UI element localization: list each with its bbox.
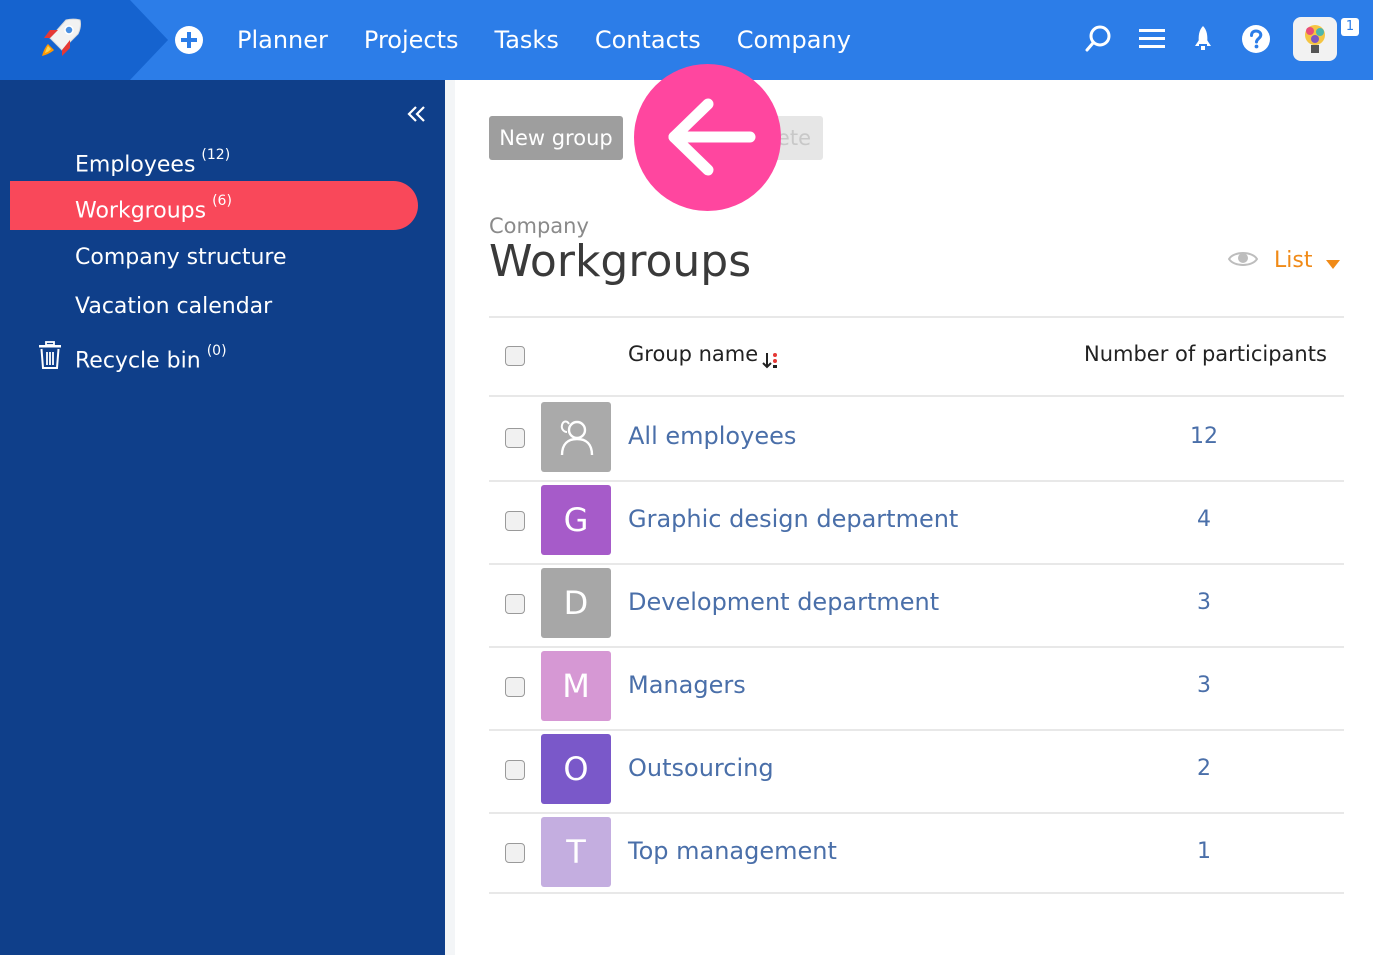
participant-count[interactable]: 12 [1164, 424, 1244, 449]
avatar-image [1305, 25, 1325, 53]
group-link-outsourcing[interactable]: Outsourcing [628, 754, 774, 782]
row-checkbox[interactable] [505, 511, 525, 531]
row-checkbox[interactable] [505, 428, 525, 448]
nav-item-planner[interactable]: Planner [237, 26, 328, 54]
new-group-button[interactable]: New group [489, 116, 623, 160]
group-avatar-all-employees [541, 402, 611, 472]
help-icon[interactable] [1241, 24, 1271, 54]
group-link-development[interactable]: Development department [628, 588, 939, 616]
row-divider [489, 480, 1344, 482]
group-avatar: M [541, 651, 611, 721]
sidebar-item-label: Recycle bin [75, 348, 201, 374]
plus-circle-icon[interactable] [174, 25, 204, 55]
row-checkbox[interactable] [505, 677, 525, 697]
group-avatar: G [541, 485, 611, 555]
sidebar-item-label: Company structure [75, 245, 287, 270]
row-divider [489, 729, 1344, 731]
table-top-border [489, 316, 1344, 318]
group-avatar: D [541, 568, 611, 638]
sidebar-item-employees[interactable]: Employees (12) [10, 135, 418, 184]
group-icon [560, 420, 594, 456]
sidebar-item-company-structure[interactable]: Company structure [10, 233, 418, 282]
sidebar-item-vacation-calendar[interactable]: Vacation calendar [10, 282, 418, 331]
participant-count[interactable]: 4 [1164, 507, 1244, 532]
row-divider [489, 395, 1344, 397]
menu-icon[interactable] [1137, 24, 1167, 54]
nav-item-company[interactable]: Company [737, 26, 851, 54]
nav-item-contacts[interactable]: Contacts [595, 26, 701, 54]
breadcrumb[interactable]: Company [489, 214, 589, 238]
sidebar-item-label: Employees [75, 152, 196, 178]
participant-count[interactable]: 3 [1164, 673, 1244, 698]
group-avatar: O [541, 734, 611, 804]
participant-count[interactable]: 1 [1164, 839, 1244, 864]
nav-item-projects[interactable]: Projects [364, 26, 459, 54]
participant-count[interactable]: 2 [1164, 756, 1244, 781]
row-divider [489, 812, 1344, 814]
user-avatar[interactable] [1293, 17, 1337, 61]
eye-icon[interactable] [1228, 248, 1258, 270]
group-link-all-employees[interactable]: All employees [628, 422, 796, 450]
row-divider [489, 563, 1344, 565]
row-checkbox[interactable] [505, 760, 525, 780]
sidebar-divider [445, 80, 455, 955]
caret-down-icon[interactable] [1326, 260, 1340, 269]
double-chevron-left-icon[interactable] [404, 102, 430, 126]
nav-item-tasks[interactable]: Tasks [495, 26, 559, 54]
notification-badge[interactable]: 1 [1341, 18, 1359, 36]
group-link-top-management[interactable]: Top management [628, 837, 837, 865]
sidebar-item-workgroups[interactable]: Workgroups (6) [10, 181, 418, 230]
arrow-left-icon [668, 98, 756, 176]
sidebar-item-count: (0) [206, 343, 227, 359]
sidebar-item-recycle-bin[interactable]: Recycle bin (0) [10, 331, 418, 380]
rocket-icon[interactable] [1188, 24, 1218, 54]
search-icon[interactable] [1084, 24, 1114, 54]
select-all-checkbox[interactable] [505, 346, 525, 366]
sidebar: Employees (12) Workgroups (6) Company stru… [0, 80, 445, 955]
rocket-logo-icon[interactable] [36, 14, 84, 62]
row-divider [489, 646, 1344, 648]
sidebar-item-count: (12) [201, 147, 231, 163]
group-avatar: T [541, 817, 611, 887]
group-link-managers[interactable]: Managers [628, 671, 746, 699]
column-header-group-name[interactable]: Group name [628, 342, 758, 366]
group-link-graphic-design[interactable]: Graphic design department [628, 505, 958, 533]
view-mode-select[interactable]: List [1274, 248, 1312, 273]
logo-area [0, 0, 168, 80]
sidebar-item-label: Vacation calendar [75, 294, 273, 319]
row-checkbox[interactable] [505, 843, 525, 863]
row-checkbox[interactable] [505, 594, 525, 614]
sidebar-item-label: Workgroups [75, 198, 207, 224]
highlight-circle [634, 64, 781, 211]
table-bottom-border [489, 892, 1344, 894]
sort-icon[interactable] [761, 350, 781, 370]
column-header-participants: Number of participants [1084, 342, 1327, 366]
sidebar-item-count: (6) [212, 193, 232, 209]
participant-count[interactable]: 3 [1164, 590, 1244, 615]
page-title: Workgroups [489, 236, 752, 287]
